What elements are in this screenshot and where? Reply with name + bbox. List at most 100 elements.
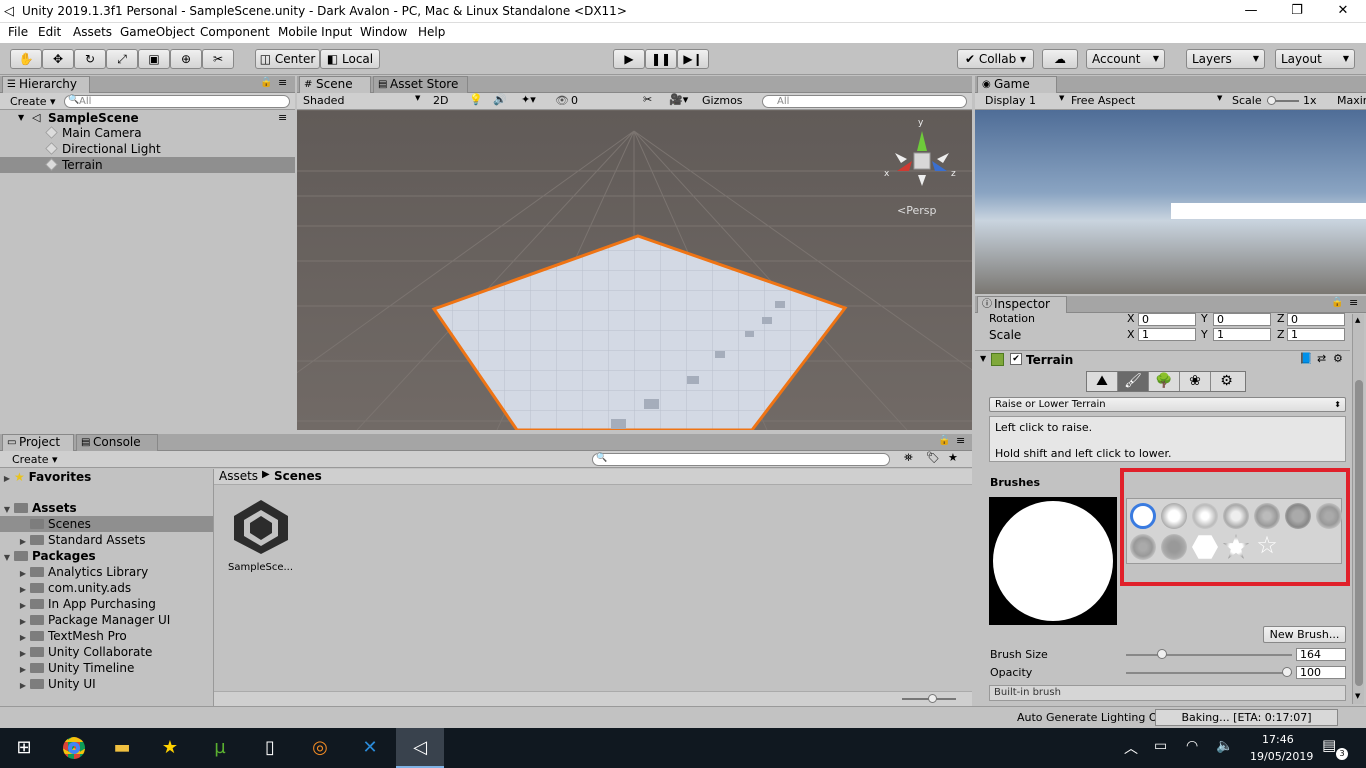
tree-scenes[interactable]: Scenes bbox=[0, 516, 213, 532]
brush-noise-2[interactable] bbox=[1285, 503, 1311, 529]
paint-trees-icon[interactable]: 🌳 bbox=[1149, 372, 1180, 391]
menu-help[interactable]: Help bbox=[418, 25, 445, 39]
shading-dropdown[interactable]: Shaded ▼ bbox=[303, 94, 423, 107]
menu-component[interactable]: Component bbox=[200, 25, 270, 39]
brush-blurry[interactable] bbox=[1223, 503, 1249, 529]
lighting-toggle-icon[interactable]: 💡 bbox=[469, 93, 483, 106]
tab-inspector[interactable]: ⓘ Inspector bbox=[977, 296, 1067, 313]
opacity-thumb[interactable] bbox=[1282, 667, 1292, 677]
filter-type-icon[interactable]: ⛯ bbox=[904, 451, 913, 465]
panel-menu-icon[interactable]: ≡ bbox=[278, 76, 287, 89]
brush-hexagon[interactable] bbox=[1192, 535, 1218, 559]
cloud-button[interactable]: ☁ bbox=[1042, 49, 1078, 69]
audio-toggle-icon[interactable]: 🔊 bbox=[493, 93, 507, 106]
tree-package-item[interactable]: ▶ Analytics Library bbox=[16, 564, 213, 580]
rotation-z-field[interactable]: 0 bbox=[1287, 313, 1345, 326]
unity-taskbar-icon[interactable]: ◁ bbox=[396, 728, 444, 768]
tab-hierarchy[interactable]: ☰ Hierarchy bbox=[2, 76, 90, 93]
close-icon[interactable]: ✕ bbox=[1320, 0, 1366, 23]
chevron-down-icon[interactable]: ▼ bbox=[980, 354, 986, 363]
notepad-icon[interactable]: ▯ bbox=[246, 728, 294, 768]
brush-hard-circle[interactable] bbox=[1130, 503, 1156, 529]
tree-package-item[interactable]: ▶ TextMesh Pro bbox=[16, 628, 213, 644]
account-dropdown[interactable]: Account ▼ bbox=[1086, 49, 1165, 69]
new-brush-button[interactable]: New Brush... bbox=[1263, 626, 1346, 643]
lock-icon[interactable]: 🔒 bbox=[938, 435, 950, 446]
aspect-dropdown[interactable]: Free Aspect ▼ bbox=[1071, 94, 1225, 107]
brush-size-field[interactable]: 164 bbox=[1296, 648, 1346, 661]
breadcrumb-assets[interactable]: Assets bbox=[219, 469, 258, 483]
lock-icon[interactable]: 🔒 bbox=[260, 77, 272, 88]
rect-tool-icon[interactable]: ▣ bbox=[138, 49, 170, 69]
pivot-center-button[interactable]: ◫ Center bbox=[255, 49, 320, 69]
terrain-settings-gear-icon[interactable]: ⚙ bbox=[1211, 372, 1242, 391]
transform-tool-icon[interactable]: ⊕ bbox=[170, 49, 202, 69]
chrome-icon[interactable] bbox=[50, 728, 98, 768]
layout-dropdown[interactable]: Layout ▼ bbox=[1275, 49, 1355, 69]
hierarchy-scene-row[interactable]: ▼ ◁ SampleScene ≡ bbox=[14, 110, 295, 126]
hierarchy-search-input[interactable]: All bbox=[64, 95, 290, 108]
rotation-x-field[interactable]: 0 bbox=[1138, 313, 1196, 326]
hierarchy-create-button[interactable]: Create ▾ bbox=[10, 95, 56, 108]
menu-mobile-input[interactable]: Mobile Input bbox=[278, 25, 352, 39]
gear-icon[interactable]: ⚙ bbox=[1333, 352, 1343, 365]
tree-package-item[interactable]: ▶ com.unity.ads bbox=[16, 580, 213, 596]
clock-time[interactable]: 17:46 bbox=[1262, 733, 1294, 746]
inspector-scrollbar[interactable]: ▲ ▼ bbox=[1352, 314, 1364, 704]
menu-assets[interactable]: Assets bbox=[73, 25, 112, 39]
effects-dropdown-icon[interactable]: ✦▾ bbox=[521, 93, 536, 106]
tree-package-item[interactable]: ▶ Unity UI bbox=[16, 676, 213, 692]
tab-console[interactable]: ▤ Console bbox=[76, 434, 158, 451]
filter-label-icon[interactable]: 🏷 bbox=[926, 451, 940, 464]
tree-packages[interactable]: ▼ Packages bbox=[0, 548, 213, 564]
hand-tool-icon[interactable]: ✋ bbox=[10, 49, 42, 69]
menu-edit[interactable]: Edit bbox=[38, 25, 61, 39]
brush-noise-3[interactable] bbox=[1316, 503, 1342, 529]
paint-brush-icon[interactable]: 🖌 bbox=[1118, 372, 1149, 391]
brush-size-thumb[interactable] bbox=[1157, 649, 1168, 659]
panel-menu-icon[interactable]: ≡ bbox=[1349, 296, 1358, 309]
menu-gameobject[interactable]: GameObject bbox=[120, 25, 195, 39]
brush-soft-circle[interactable] bbox=[1192, 503, 1218, 529]
notification-icon[interactable]: ▤ bbox=[1322, 736, 1336, 754]
tree-assets[interactable]: ▼ Assets bbox=[0, 500, 213, 516]
display-dropdown[interactable]: Display 1 ▼ bbox=[985, 94, 1065, 107]
rotate-tool-icon[interactable]: ↻ bbox=[74, 49, 106, 69]
tree-package-item[interactable]: ▶ Package Manager UI bbox=[16, 612, 213, 628]
panel-menu-icon[interactable]: ≡ bbox=[956, 434, 965, 447]
volume-icon[interactable]: 🔈 bbox=[1216, 738, 1233, 754]
scroll-down-icon[interactable]: ▼ bbox=[1355, 692, 1360, 700]
brush-size-slider[interactable] bbox=[1126, 654, 1292, 656]
2d-toggle[interactable]: 2D bbox=[433, 94, 448, 107]
tab-scene[interactable]: # Scene bbox=[299, 76, 371, 93]
gizmos-dropdown[interactable]: Gizmos bbox=[702, 94, 743, 107]
scale-tool-icon[interactable]: ⤢ bbox=[106, 49, 138, 69]
windows-start-icon[interactable]: ⊞ bbox=[0, 728, 48, 768]
baking-progress[interactable]: Baking... [ETA: 0:17:07] bbox=[1155, 709, 1338, 726]
battery-icon[interactable]: ▭ bbox=[1154, 738, 1167, 754]
paint-details-icon[interactable]: ❀ bbox=[1180, 372, 1211, 391]
pause-button[interactable]: ❚❚ bbox=[645, 49, 677, 69]
help-book-icon[interactable]: 📘 bbox=[1299, 352, 1313, 365]
starred-app-icon[interactable]: ★ bbox=[146, 728, 194, 768]
terrain-tool-dropdown[interactable]: Raise or Lower Terrain ⬍ bbox=[989, 397, 1346, 412]
project-create-button[interactable]: Create ▾ bbox=[12, 453, 58, 466]
component-enabled-checkbox[interactable]: ✔ bbox=[1010, 353, 1022, 365]
menu-window[interactable]: Window bbox=[360, 25, 407, 39]
lock-icon[interactable]: 🔒 bbox=[1331, 297, 1343, 308]
restore-icon[interactable]: ❐ bbox=[1274, 0, 1320, 23]
persp-label[interactable]: <Persp bbox=[897, 204, 936, 217]
camera-icon[interactable]: 🎥▾ bbox=[669, 93, 688, 106]
pivot-local-button[interactable]: ◧ Local bbox=[320, 49, 380, 69]
custom-tool-icon[interactable]: ✂ bbox=[202, 49, 234, 69]
tab-asset-store[interactable]: ▤ Asset Store bbox=[373, 76, 468, 93]
clock-date[interactable]: 19/05/2019 bbox=[1250, 750, 1313, 763]
brush-splatter[interactable] bbox=[1130, 534, 1156, 560]
rotation-y-field[interactable]: 0 bbox=[1213, 313, 1271, 326]
scale-z-field[interactable]: 1 bbox=[1287, 328, 1345, 341]
tree-favorites[interactable]: ▶ ★ Favorites bbox=[0, 469, 213, 485]
tray-chevron-icon[interactable]: ︿ bbox=[1124, 738, 1138, 758]
hidden-eye-icon[interactable]: 👁 bbox=[555, 94, 569, 107]
scale-x-field[interactable]: 1 bbox=[1138, 328, 1196, 341]
favorite-star-icon[interactable]: ★ bbox=[948, 451, 958, 464]
